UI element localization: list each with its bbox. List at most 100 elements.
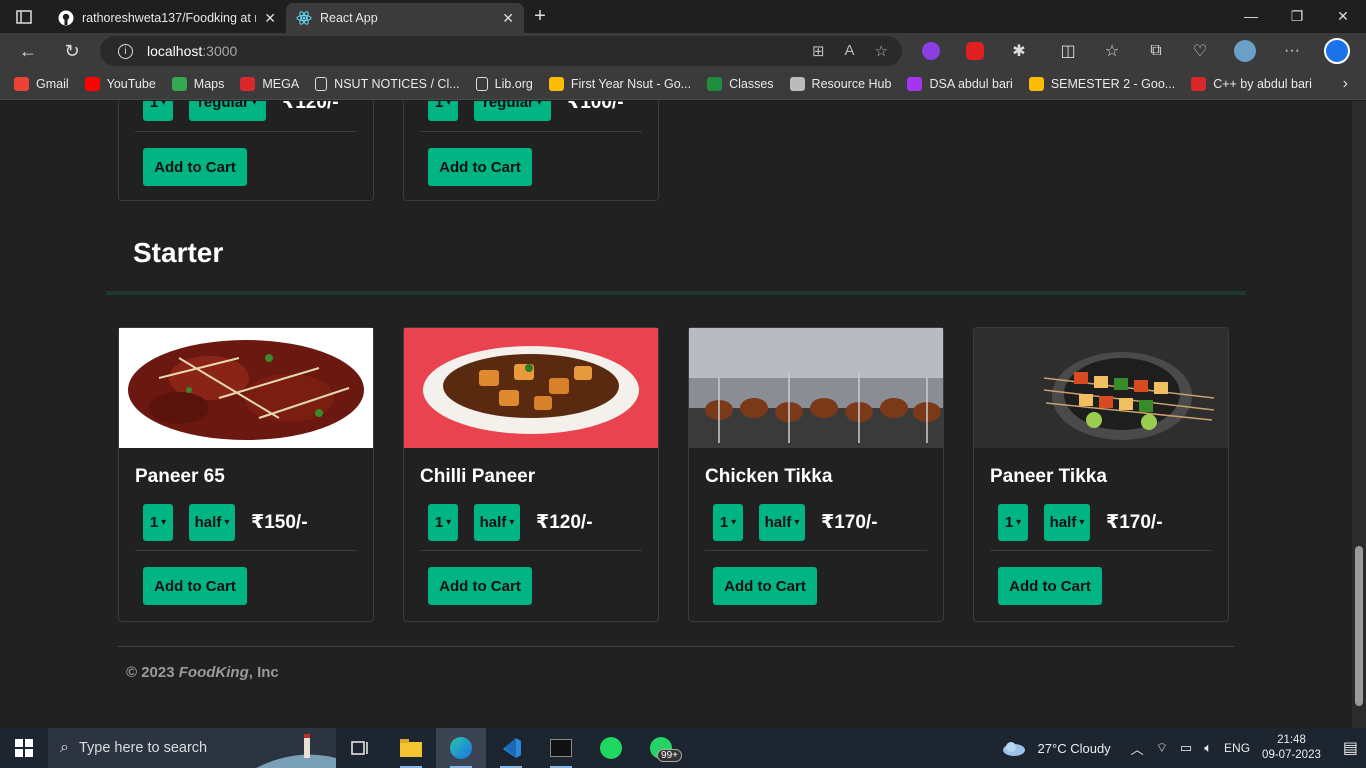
size-select[interactable]: half ▾ [1044,504,1090,541]
close-tab-icon[interactable]: ✕ [502,10,514,27]
card-options: 1 ▾ regular ▾ ₹120/- [143,101,339,121]
quantity-select[interactable]: 1 ▾ [143,101,173,121]
card-options: 1 ▾ regular ▾ ₹100/- [428,101,624,121]
language-indicator[interactable]: ENG [1224,741,1250,755]
bookmark-label: Classes [729,77,774,91]
add-to-cart-button[interactable]: Add to Cart [143,148,247,186]
card-options: 1 ▾ half ▾ ₹150/- [143,504,308,541]
bookmark-item[interactable]: Resource Hub [789,77,891,91]
file-explorer-icon[interactable] [386,728,436,768]
page-scrollbar[interactable] [1352,101,1366,728]
quantity-select[interactable]: 1 ▾ [428,504,458,541]
extension-adblock-icon[interactable] [961,33,989,69]
bookmark-label: Maps [193,77,225,91]
new-tab-button[interactable]: + [524,5,556,28]
bookmark-item[interactable]: Gmail [14,77,69,91]
bookmark-item[interactable]: SEMESTER 2 - Goo... [1028,77,1175,91]
size-value: half [1049,514,1077,531]
edge-icon[interactable] [436,728,486,768]
quantity-select[interactable]: 1 ▾ [428,101,458,121]
close-window-icon[interactable]: ✕ [1320,8,1366,25]
menu-card-chilli-paneer: Chilli Paneer 1 ▾ half ▾ ₹120/- Add to Car… [403,327,659,622]
whatsapp-icon[interactable]: 99+ [636,728,686,768]
add-to-cart-button[interactable]: Add to Cart [998,567,1102,605]
performance-icon[interactable]: ♡ [1186,33,1214,69]
close-tab-icon[interactable]: ✕ [264,10,276,27]
spotify-icon[interactable] [586,728,636,768]
taskbar-search[interactable]: ⌕ Type here to search [48,728,336,768]
bookmark-item[interactable]: DSA abdul bari [907,77,1013,91]
size-select[interactable]: regular ▾ [474,101,551,121]
collections-icon[interactable]: ⧉ [1142,33,1170,69]
chevron-up-icon[interactable]: ︿ [1131,739,1144,758]
battery-icon[interactable]: ▭ [1180,740,1192,756]
terminal-icon[interactable] [536,728,586,768]
bookmark-label: NSUT NOTICES / Cl... [334,77,460,91]
extension-purple-icon[interactable] [917,33,945,69]
size-select[interactable]: regular ▾ [189,101,266,121]
footer-prefix: © 2023 [126,664,179,681]
price: ₹100/- [567,101,624,113]
scrollbar-thumb[interactable] [1355,546,1363,706]
bookmark-item[interactable]: YouTube [84,77,156,91]
udemy-icon [907,77,923,91]
footer-brand: FoodKing [178,664,249,681]
start-button[interactable] [0,739,48,757]
size-select[interactable]: half ▾ [189,504,235,541]
size-select[interactable]: half ▾ [759,504,805,541]
add-to-cart-button[interactable]: Add to Cart [713,567,817,605]
tab-actions-button[interactable] [0,0,48,33]
read-aloud-icon[interactable]: A [845,42,855,60]
bookmarks-overflow-chevron-icon[interactable]: › [1343,75,1348,93]
quantity-select[interactable]: 1 ▾ [713,504,743,541]
tab-react-app[interactable]: React App ✕ [286,3,524,33]
network-icon[interactable]: ⌔ [1156,740,1168,756]
profile-avatar[interactable] [1231,33,1259,69]
bookmark-item[interactable]: First Year Nsut - Go... [548,77,691,91]
clock[interactable]: 21:48 09-07-2023 [1262,733,1321,763]
bookmark-item[interactable]: Lib.org [475,77,533,91]
refresh-icon[interactable]: ↻ [50,41,94,62]
add-to-cart-button[interactable]: Add to Cart [143,567,247,605]
vscode-icon[interactable] [486,728,536,768]
section-divider [106,291,1246,295]
bookmark-item[interactable]: Classes [707,77,774,91]
bookmark-item[interactable]: NSUT NOTICES / Cl... [315,77,460,91]
site-info-icon[interactable]: i [118,43,133,59]
spotify-glyph [600,737,622,759]
more-menu-icon[interactable]: ··· [1278,33,1306,69]
food-image-chilli-paneer [404,328,658,448]
quantity-value: 1 [1004,514,1014,531]
quantity-select[interactable]: 1 ▾ [998,504,1028,541]
bookmark-item[interactable]: C++ by abdul bari [1191,77,1312,91]
quantity-select[interactable]: 1 ▾ [143,504,173,541]
bookmark-item[interactable]: MEGA [240,77,299,91]
task-view-icon[interactable] [336,728,386,768]
favorites-icon[interactable]: ☆ [1098,33,1126,69]
size-select[interactable]: half ▾ [474,504,520,541]
terminal-glyph [550,739,572,757]
add-to-cart-button[interactable]: Add to Cart [428,148,532,186]
bing-chat-icon[interactable] [1323,33,1351,69]
back-icon[interactable]: ← [6,41,50,62]
bookmark-item[interactable]: Maps [171,77,225,91]
paneer-65-image [128,340,364,440]
card-divider [705,550,927,551]
card-divider [420,550,642,551]
weather-text[interactable]: 27°C Cloudy [1038,741,1111,756]
address-bar[interactable]: i localhost:3000 ⊞ A ☆ [100,36,902,66]
tab-github[interactable]: rathoreshweta137/Foodking at m ✕ [48,3,286,33]
add-to-cart-button[interactable]: Add to Cart [428,567,532,605]
minimize-icon[interactable]: — [1228,8,1274,25]
quantity-value: 1 [434,101,444,111]
volume-icon[interactable]: 🔈︎ [1204,740,1212,756]
cloudy-weather-icon [1002,742,1025,756]
split-screen-icon[interactable]: ◫ [1054,33,1082,69]
notifications-icon[interactable]: ▤ [1343,738,1358,758]
extensions-puzzle-icon[interactable]: ✱ [1005,33,1033,69]
app-available-icon[interactable]: ⊞ [812,42,825,60]
favorite-star-icon[interactable]: ☆ [875,42,888,60]
tab-title: rathoreshweta137/Foodking at m [82,11,257,25]
tab-actions-icon [16,9,32,24]
restore-icon[interactable]: ❐ [1274,8,1320,25]
